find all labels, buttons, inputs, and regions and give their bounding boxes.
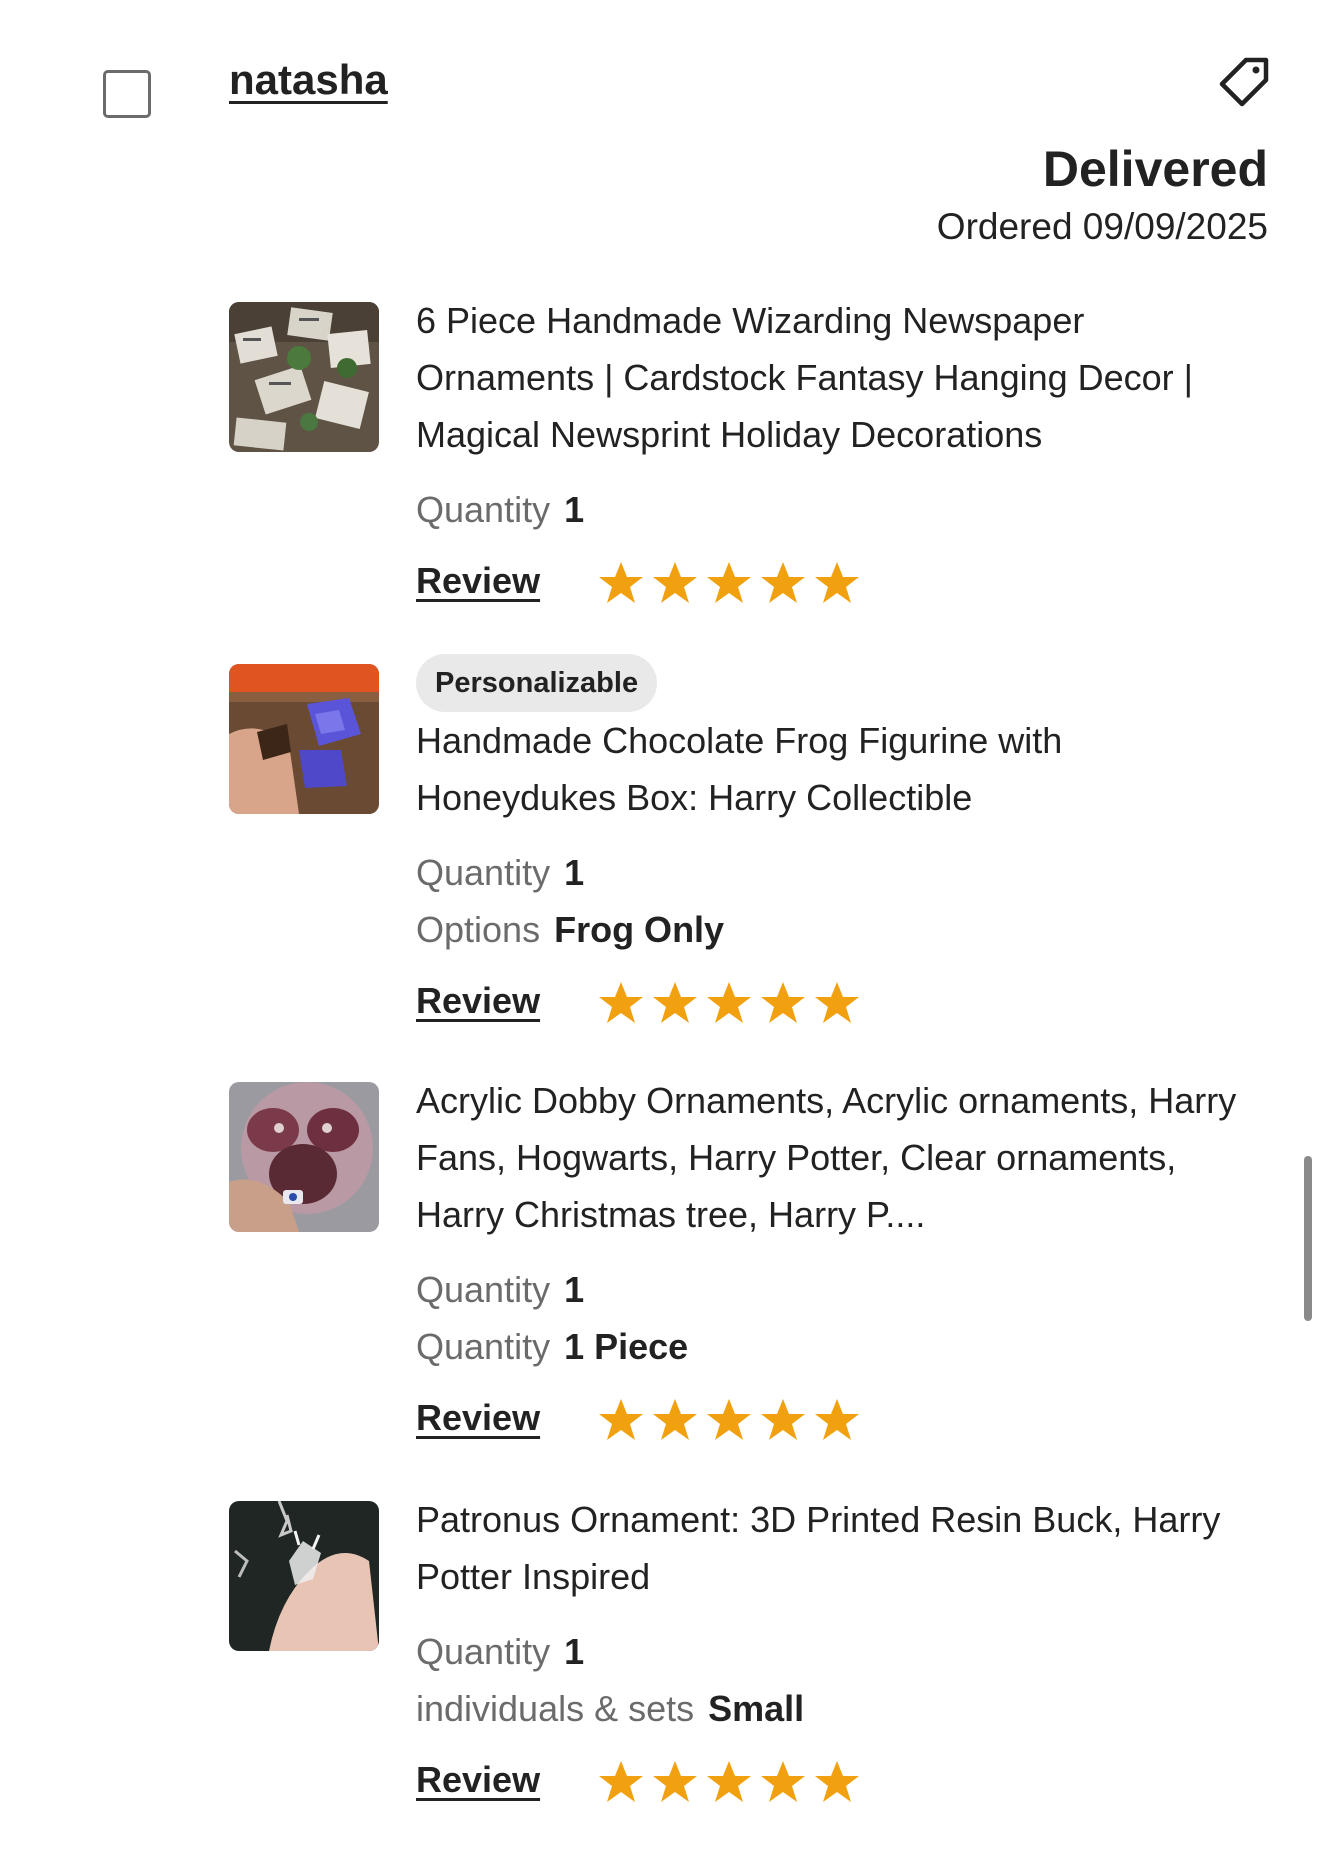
- star-icon[interactable]: [704, 1757, 754, 1807]
- review-link[interactable]: Review: [416, 1759, 540, 1801]
- star-icon[interactable]: [596, 558, 646, 608]
- attribute-value: Small: [708, 1688, 805, 1729]
- item-thumbnail-newspaper-ornaments[interactable]: [229, 302, 379, 452]
- attribute-value: 1: [564, 1631, 585, 1672]
- order-select-checkbox[interactable]: [103, 70, 151, 118]
- item-title[interactable]: Handmade Chocolate Frog Figurine with Ho…: [416, 712, 1256, 826]
- attribute-label: Quantity: [416, 1326, 551, 1367]
- attribute-value: 1: [564, 852, 585, 893]
- scrollbar[interactable]: [1304, 1156, 1312, 1321]
- item-attribute: Options Frog Only: [416, 901, 1256, 958]
- item-attribute: Quantity 1: [416, 1261, 1256, 1318]
- star-icon[interactable]: [704, 1395, 754, 1445]
- item-attribute: Quantity 1 Piece: [416, 1318, 1256, 1375]
- review-link[interactable]: Review: [416, 1397, 540, 1439]
- star-icon[interactable]: [812, 558, 862, 608]
- item-title[interactable]: Acrylic Dobby Ornaments, Acrylic ornamen…: [416, 1072, 1256, 1243]
- attribute-label: individuals & sets: [416, 1688, 695, 1729]
- attribute-value: 1: [564, 1269, 585, 1310]
- review-link[interactable]: Review: [416, 980, 540, 1022]
- tag-icon[interactable]: [1216, 54, 1272, 110]
- attribute-label: Quantity: [416, 489, 551, 530]
- review-link[interactable]: Review: [416, 560, 540, 602]
- star-icon[interactable]: [650, 978, 700, 1028]
- attribute-value: 1 Piece: [564, 1326, 689, 1367]
- star-icon[interactable]: [812, 978, 862, 1028]
- star-rating[interactable]: [596, 1395, 862, 1445]
- star-icon[interactable]: [758, 1757, 808, 1807]
- personalizable-badge: Personalizable: [416, 654, 658, 712]
- item-attribute: individuals & sets Small: [416, 1680, 1256, 1737]
- review-row: Review: [416, 1759, 1256, 1819]
- star-icon[interactable]: [596, 978, 646, 1028]
- item-thumbnail-chocolate-frog[interactable]: [229, 664, 379, 814]
- item-attribute: Quantity 1: [416, 481, 1256, 538]
- attribute-label: Quantity: [416, 852, 551, 893]
- order-status: Delivered: [1042, 141, 1268, 197]
- item-attribute: Quantity 1: [416, 1623, 1256, 1680]
- star-rating[interactable]: [596, 978, 862, 1028]
- item-thumbnail-patronus-ornament[interactable]: [229, 1501, 379, 1651]
- order-date: Ordered 09/09/2025: [936, 206, 1268, 247]
- star-icon[interactable]: [650, 1395, 700, 1445]
- attribute-label: Quantity: [416, 1269, 551, 1310]
- star-icon[interactable]: [596, 1395, 646, 1445]
- item-title[interactable]: 6 Piece Handmade Wizarding Newspaper Orn…: [416, 292, 1256, 463]
- star-icon[interactable]: [650, 558, 700, 608]
- buyer-name-link[interactable]: natasha: [229, 56, 388, 104]
- star-icon[interactable]: [596, 1757, 646, 1807]
- star-icon[interactable]: [812, 1757, 862, 1807]
- attribute-value: Frog Only: [554, 909, 725, 950]
- star-icon[interactable]: [650, 1757, 700, 1807]
- star-icon[interactable]: [758, 978, 808, 1028]
- star-icon[interactable]: [704, 558, 754, 608]
- attribute-value: 1: [564, 489, 585, 530]
- star-icon[interactable]: [812, 1395, 862, 1445]
- attribute-label: Quantity: [416, 1631, 551, 1672]
- star-rating[interactable]: [596, 1757, 862, 1807]
- item-title[interactable]: Patronus Ornament: 3D Printed Resin Buck…: [416, 1491, 1256, 1605]
- item-attribute: Quantity 1: [416, 844, 1256, 901]
- review-row: Review: [416, 560, 1256, 620]
- review-row: Review: [416, 980, 1256, 1040]
- review-row: Review: [416, 1397, 1256, 1457]
- star-icon[interactable]: [704, 978, 754, 1028]
- star-icon[interactable]: [758, 558, 808, 608]
- star-rating[interactable]: [596, 558, 862, 608]
- star-icon[interactable]: [758, 1395, 808, 1445]
- item-thumbnail-dobby-ornaments[interactable]: [229, 1082, 379, 1232]
- attribute-label: Options: [416, 909, 541, 950]
